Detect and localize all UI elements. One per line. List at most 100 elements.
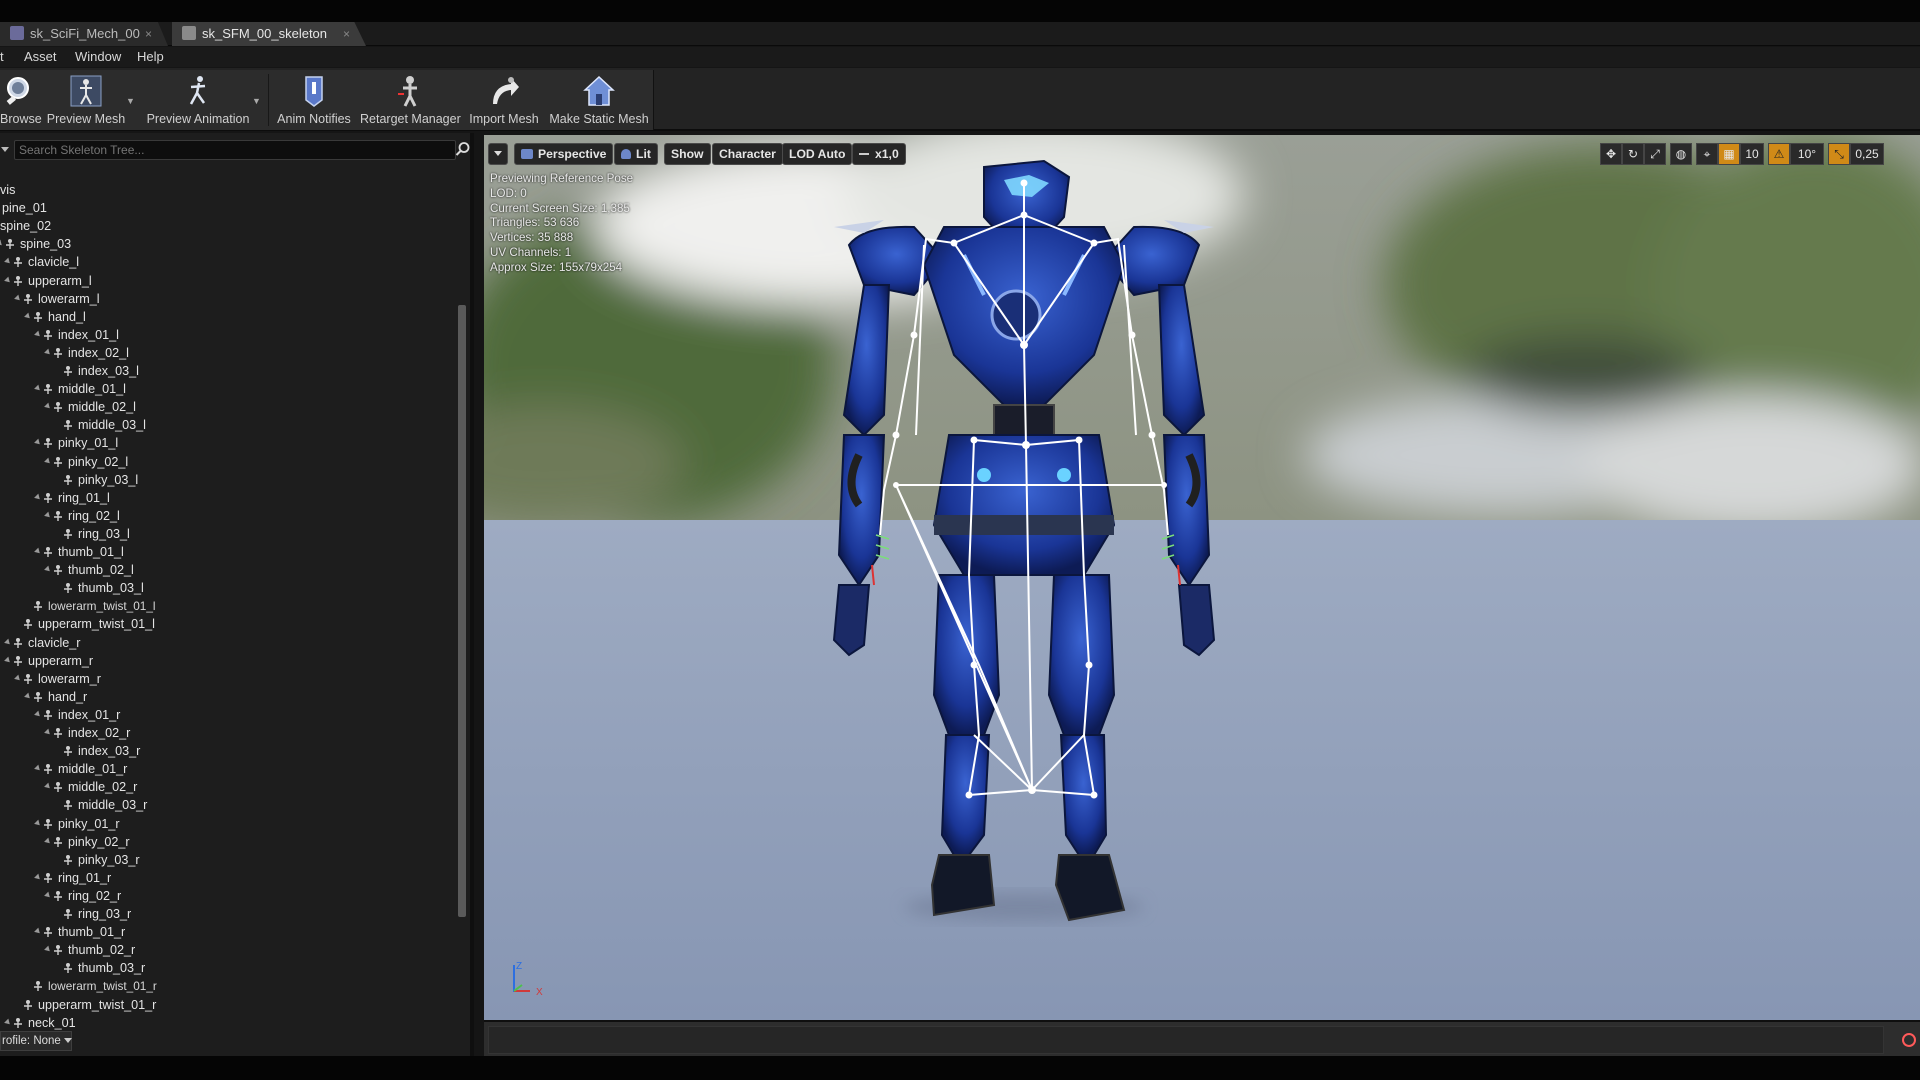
retarget-manager-button[interactable]: Retarget Manager: [360, 70, 461, 130]
menu-asset[interactable]: Asset: [24, 49, 57, 64]
surface-snap-icon[interactable]: ⌖: [1696, 143, 1718, 165]
menu-help[interactable]: Help: [137, 49, 164, 64]
tree-row-index_01_l[interactable]: index_01_l: [0, 326, 456, 344]
expand-arrow-icon[interactable]: [44, 457, 52, 465]
tree-row-ring_01_r[interactable]: ring_01_r: [0, 869, 456, 887]
filter-dropdown-icon[interactable]: [1, 147, 9, 152]
tree-row-ring_02_l[interactable]: ring_02_l: [0, 507, 456, 525]
tree-row-upperarm_twist_01_r[interactable]: upperarm_twist_01_r: [0, 996, 456, 1014]
tree-row-middle_02_r[interactable]: middle_02_r: [0, 778, 456, 796]
preview-mesh-dropdown-icon[interactable]: ▼: [126, 96, 135, 106]
profile-dropdown[interactable]: rofile: None: [0, 1031, 72, 1051]
rotate-mode-icon[interactable]: ↻: [1622, 143, 1644, 165]
expand-arrow-icon[interactable]: [14, 674, 22, 683]
tree-row-pine_01[interactable]: pine_01: [0, 199, 456, 217]
tree-row-index_02_l[interactable]: index_02_l: [0, 344, 456, 362]
preview-animation-dropdown-icon[interactable]: ▼: [252, 96, 261, 106]
tree-row-index_02_r[interactable]: index_02_r: [0, 724, 456, 742]
expand-arrow-icon[interactable]: [44, 837, 52, 845]
tree-row-pinky_02_l[interactable]: pinky_02_l: [0, 453, 456, 471]
rotation-snap-value[interactable]: 10°: [1790, 143, 1824, 165]
expand-arrow-icon[interactable]: [44, 945, 52, 954]
menu-window[interactable]: Window: [75, 49, 121, 64]
expand-arrow-icon[interactable]: [34, 710, 42, 719]
lod-button[interactable]: LOD Auto: [782, 143, 853, 165]
expand-arrow-icon[interactable]: [4, 1018, 12, 1026]
tree-scrollbar[interactable]: [458, 305, 466, 917]
animation-timeline-area[interactable]: [488, 1026, 1884, 1054]
tree-row-lowerarm_r[interactable]: lowerarm_r: [0, 670, 456, 688]
tree-row-pinky_03_r[interactable]: pinky_03_r: [0, 851, 456, 869]
import-mesh-button[interactable]: Import Mesh: [466, 70, 542, 130]
expand-arrow-icon[interactable]: [34, 873, 42, 882]
expand-arrow-icon[interactable]: [34, 439, 42, 447]
record-icon[interactable]: [1902, 1033, 1916, 1047]
expand-arrow-icon[interactable]: [34, 764, 42, 773]
scale-snap-value[interactable]: 0,25: [1850, 143, 1884, 165]
tree-row-hand_r[interactable]: hand_r: [0, 688, 456, 706]
perspective-button[interactable]: Perspective: [514, 143, 614, 165]
expand-arrow-icon[interactable]: [44, 891, 52, 900]
scale-snap-icon[interactable]: ⤡: [1828, 143, 1850, 165]
tree-row-vis[interactable]: vis: [0, 181, 456, 199]
tree-row-ring_01_l[interactable]: ring_01_l: [0, 489, 456, 507]
expand-arrow-icon[interactable]: [4, 276, 12, 284]
skeleton-search-input[interactable]: [14, 140, 456, 160]
expand-arrow-icon[interactable]: [44, 782, 52, 791]
tree-row-middle_03_r[interactable]: middle_03_r: [0, 796, 456, 814]
grid-snap-value[interactable]: 10: [1740, 143, 1764, 165]
tab-sciFi-mech[interactable]: sk_SciFi_Mech_00 ×: [0, 22, 168, 46]
close-tab-icon[interactable]: ×: [145, 22, 152, 46]
expand-arrow-icon[interactable]: [4, 258, 12, 266]
tree-row-thumb_03_r[interactable]: thumb_03_r: [0, 959, 456, 977]
tree-row-index_03_r[interactable]: index_03_r: [0, 742, 456, 760]
expand-arrow-icon[interactable]: [34, 819, 42, 827]
tree-row-pinky_01_r[interactable]: pinky_01_r: [0, 815, 456, 833]
expand-arrow-icon[interactable]: [24, 312, 32, 321]
expand-arrow-icon[interactable]: [34, 493, 42, 502]
tree-row-spine_02[interactable]: spine_02: [0, 217, 456, 235]
tree-row-thumb_02_l[interactable]: thumb_02_l: [0, 561, 456, 579]
close-tab-icon[interactable]: ×: [343, 22, 350, 46]
tree-row-spine_03[interactable]: spine_03: [0, 235, 456, 253]
expand-arrow-icon[interactable]: [44, 511, 52, 520]
tree-row-thumb_02_r[interactable]: thumb_02_r: [0, 941, 456, 959]
expand-arrow-icon[interactable]: [44, 565, 52, 574]
tree-row-neck_01[interactable]: neck_01: [0, 1014, 456, 1032]
tree-row-hand_l[interactable]: hand_l: [0, 308, 456, 326]
anim-notifies-button[interactable]: Anim Notifies: [274, 70, 354, 130]
tree-row-thumb_03_l[interactable]: thumb_03_l: [0, 579, 456, 597]
tree-row-lowerarm_twist_01_r[interactable]: lowerarm_twist_01_r: [0, 977, 456, 995]
browse-button[interactable]: Browse: [0, 70, 42, 130]
tree-row-middle_01_l[interactable]: middle_01_l: [0, 380, 456, 398]
search-icon[interactable]: [455, 141, 471, 157]
tree-row-pinky_03_l[interactable]: pinky_03_l: [0, 471, 456, 489]
make-static-mesh-button[interactable]: Make Static Mesh: [548, 70, 650, 130]
tree-row-upperarm_l[interactable]: upperarm_l: [0, 272, 456, 290]
tree-row-index_01_r[interactable]: index_01_r: [0, 706, 456, 724]
tree-row-ring_03_l[interactable]: ring_03_l: [0, 525, 456, 543]
tree-row-clavicle_r[interactable]: clavicle_r: [0, 634, 456, 652]
tree-row-ring_02_r[interactable]: ring_02_r: [0, 887, 456, 905]
tree-row-pinky_02_r[interactable]: pinky_02_r: [0, 833, 456, 851]
expand-arrow-icon[interactable]: [44, 402, 52, 411]
expand-arrow-icon[interactable]: [14, 294, 22, 302]
world-space-icon[interactable]: ◍: [1670, 143, 1692, 165]
tab-skeleton[interactable]: sk_SFM_00_skeleton ×: [172, 22, 366, 46]
character-button[interactable]: Character: [712, 143, 783, 165]
grid-snap-icon[interactable]: ▦: [1718, 143, 1740, 165]
scale-mode-icon[interactable]: ⤢: [1644, 143, 1666, 165]
expand-arrow-icon[interactable]: [44, 348, 52, 357]
tree-row-pinky_01_l[interactable]: pinky_01_l: [0, 434, 456, 452]
rotation-snap-icon[interactable]: ⚠: [1768, 143, 1790, 165]
expand-arrow-icon[interactable]: [24, 692, 32, 701]
expand-arrow-icon[interactable]: [4, 638, 12, 646]
menu-edit[interactable]: t: [0, 49, 4, 64]
lit-button[interactable]: Lit: [614, 143, 658, 165]
viewport-options-button[interactable]: [488, 143, 508, 165]
translate-mode-icon[interactable]: ✥: [1600, 143, 1622, 165]
tree-row-middle_01_r[interactable]: middle_01_r: [0, 760, 456, 778]
tree-row-lowerarm_l[interactable]: lowerarm_l: [0, 290, 456, 308]
preview-mesh-button[interactable]: Preview Mesh: [46, 70, 126, 130]
expand-arrow-icon[interactable]: [4, 656, 12, 664]
